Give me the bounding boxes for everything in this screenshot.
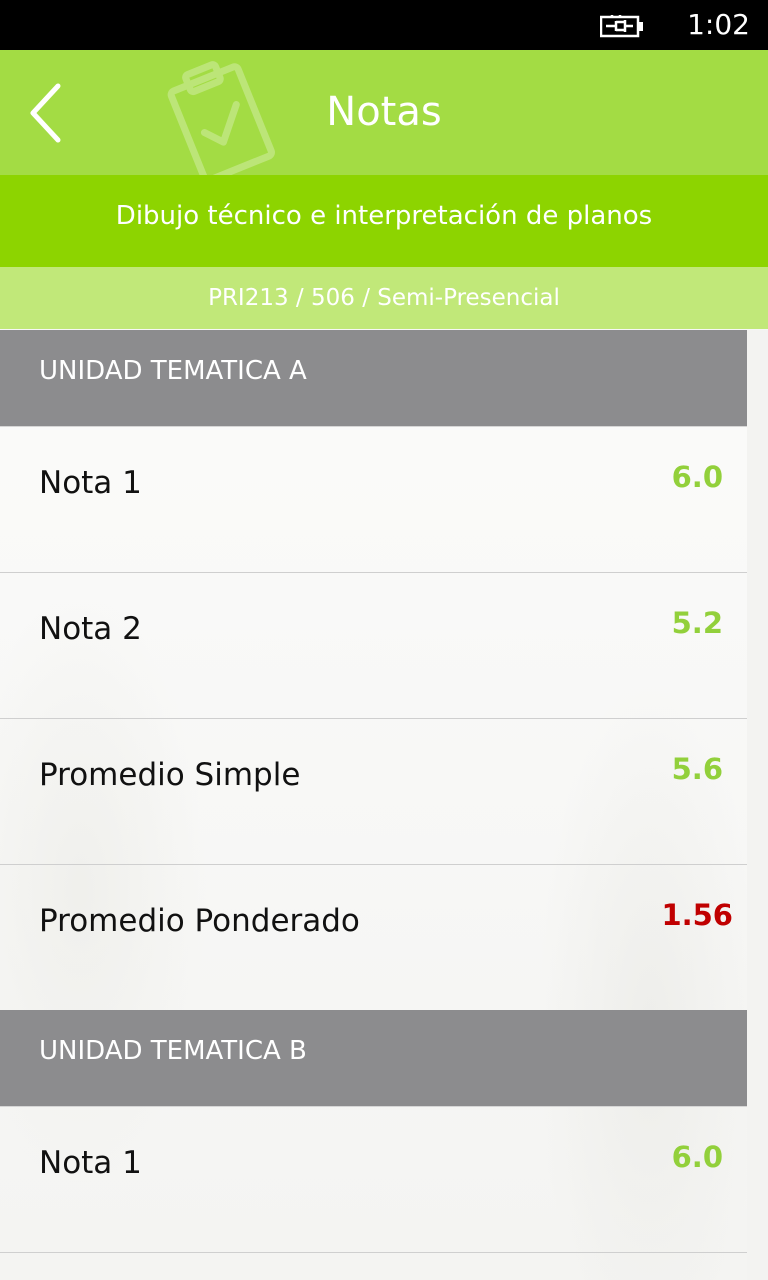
app-header: Notas	[0, 50, 768, 175]
grade-label: Nota 1	[39, 465, 142, 501]
grade-row-nota-1[interactable]: Nota 1 6.0	[0, 426, 747, 572]
scroll-gutter	[747, 330, 768, 1280]
battery-charging-icon	[600, 15, 643, 38]
section-header-b: UNIDAD TEMATICA B	[0, 1010, 747, 1106]
grade-value: 5.6	[671, 752, 723, 786]
course-name: Dibujo técnico e interpretación de plano…	[0, 175, 768, 267]
grade-row-promedio-ponderado[interactable]: Promedio Ponderado 1.56	[0, 864, 747, 1010]
grade-label: Promedio Ponderado	[39, 903, 360, 939]
grade-row-nota-2[interactable]: Nota 2 5.2	[0, 572, 747, 718]
grade-label: Nota 1	[39, 1145, 142, 1181]
page-title: Notas	[326, 89, 442, 135]
grade-value: 6.0	[671, 1140, 723, 1174]
grades-list: UNIDAD TEMATICA A Nota 1 6.0 Nota 2 5.2 …	[0, 330, 747, 1280]
clock: 1:02	[687, 8, 750, 41]
grade-value-failing: 1.56	[661, 898, 733, 932]
section-header-a: UNIDAD TEMATICA A	[0, 330, 747, 426]
grade-label: Promedio Simple	[39, 757, 301, 793]
status-bar: 1:02	[0, 0, 768, 50]
course-code: PRI213 / 506 / Semi-Presencial	[0, 267, 768, 329]
grade-value: 6.0	[671, 460, 723, 494]
grade-row-promedio-simple[interactable]: Promedio Simple 5.6	[0, 718, 747, 864]
grade-row-nota-1[interactable]: Nota 1 6.0	[0, 1106, 747, 1252]
grade-value: 5.2	[671, 606, 723, 640]
grade-label: Nota 2	[39, 611, 142, 647]
grade-row-divider	[0, 1252, 747, 1280]
